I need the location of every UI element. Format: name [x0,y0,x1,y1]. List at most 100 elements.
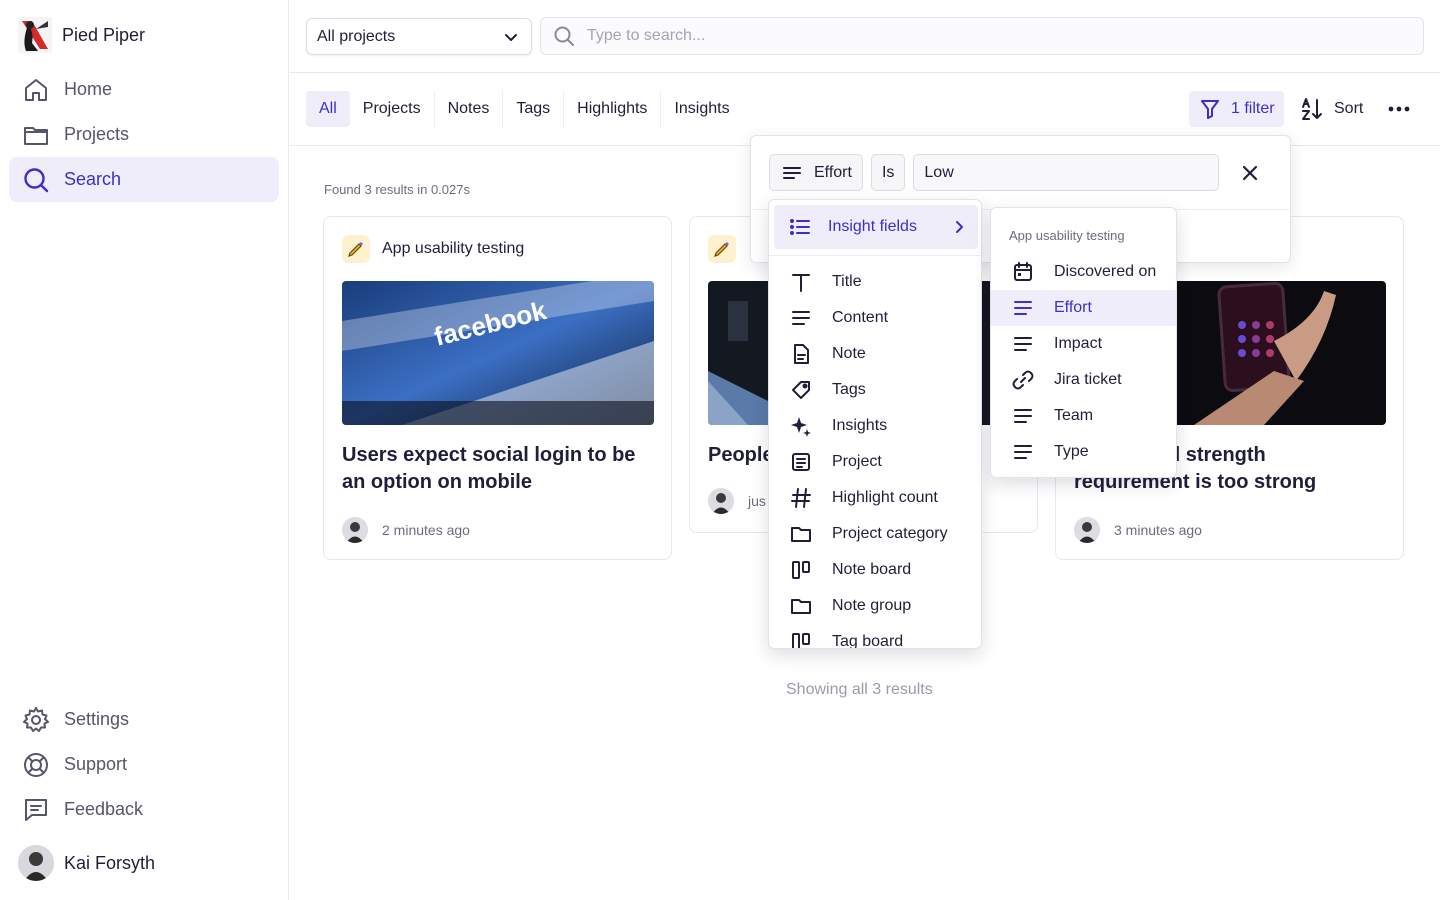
filter-icon [1201,100,1219,119]
sidebar: Pied Piper Home Projects Search Settings… [0,0,289,900]
pencil-icon [714,242,729,257]
home-icon [25,78,47,101]
nav-item-settings[interactable]: Settings [9,697,279,742]
brand[interactable]: Pied Piper [18,17,145,53]
card-project: App usability testing [342,235,524,263]
menu-item-label: Content [832,309,889,326]
card-project-name: App usability testing [382,240,525,257]
submenu-item-label: Jira ticket [1054,371,1122,388]
search-icon [554,26,574,46]
nav-item-search[interactable]: Search [9,157,279,202]
user-profile[interactable]: Kai Forsyth [18,845,155,881]
gear-icon [23,706,49,732]
project-select[interactable]: All projects [306,18,532,55]
calendar-icon [1014,262,1032,281]
menu-item-insights[interactable]: Insights [769,408,981,444]
menu-item-note-board[interactable]: Note board [769,552,981,588]
text-lines-icon [783,166,801,179]
filter-value-input[interactable]: Low [913,154,1220,191]
results-summary: Found 3 results in 0.027s [324,182,470,197]
submenu-item-type[interactable]: Type [991,434,1176,470]
tab-tags[interactable]: Tags [503,91,565,127]
tab-all[interactable]: All [306,91,350,127]
project-icon [792,453,810,471]
filter-rule: Effort Is Low [769,154,1220,191]
avatar [1074,517,1100,543]
result-card[interactable]: App usability testing facebook Users exp… [323,216,672,560]
menu-item-label: Tag board [832,633,904,649]
user-avatar-icon [708,488,734,514]
nav-item-feedback[interactable]: Feedback [9,787,279,832]
top-bar: All projects [290,0,1440,73]
menu-item-project-category[interactable]: Project category [769,516,981,552]
main-nav: Home Projects Search [9,67,279,202]
nav-label-feedback: Feedback [64,799,144,819]
sparkles-icon [791,417,811,437]
tab-projects[interactable]: Projects [350,91,435,127]
chevron-right-icon [956,221,963,233]
menu-item-insight-fields[interactable]: Insight fields [774,205,978,249]
list-icon [790,219,810,235]
remove-filter-button[interactable] [1239,162,1261,184]
submenu-item-jira-ticket[interactable]: Jira ticket [991,362,1176,398]
submenu-item-impact[interactable]: Impact [991,326,1176,362]
menu-item-project[interactable]: Project [769,444,981,480]
filter-operator-select[interactable]: Is [870,154,906,191]
submenu-item-label: Team [1054,407,1094,424]
avatar [708,488,734,514]
card-meta: 2 minutes ago [342,517,470,543]
submenu-item-label: Type [1054,443,1089,460]
sort-az-icon [1302,98,1322,120]
submenu-header: App usability testing [1009,228,1125,243]
tab-insights[interactable]: Insights [661,91,742,127]
nav-item-support[interactable]: Support [9,742,279,787]
chevron-down-icon [505,33,517,41]
search-box[interactable] [540,17,1424,55]
user-avatar-icon [342,517,368,543]
menu-item-label: Note [832,345,866,362]
sort-button-label: Sort [1334,100,1364,117]
submenu-item-label: Impact [1054,335,1103,352]
pencil-icon [348,242,363,257]
nav-item-projects[interactable]: Projects [9,112,279,157]
tag-icon [792,381,810,399]
filter-field-select[interactable]: Effort [769,154,863,191]
menu-item-label: Highlight count [832,489,938,506]
menu-item-note-group[interactable]: Note group [769,588,981,624]
field-menu: Insight fields Title Content Note Tags I… [768,199,982,649]
menu-item-label: Note group [832,597,912,614]
text-lines-icon [1014,337,1032,351]
menu-item-content[interactable]: Content [769,300,981,336]
menu-item-title[interactable]: Title [769,264,981,300]
submenu-item-effort[interactable]: Effort [991,290,1176,326]
sort-button[interactable]: Sort [1300,91,1363,127]
feedback-icon [25,798,47,821]
menu-group-label: Insight fields [828,218,917,235]
submenu-item-team[interactable]: Team [991,398,1176,434]
menu-item-highlight-count[interactable]: Highlight count [769,480,981,516]
card-title[interactable]: Users expect social login to be an optio… [342,442,657,496]
menu-item-tag-board[interactable]: Tag board [769,624,981,649]
project-badge [708,235,736,263]
more-options-button[interactable] [1386,96,1412,122]
board-icon [792,633,810,648]
menu-item-tags[interactable]: Tags [769,372,981,408]
card-image: facebook [342,281,654,425]
filter-button[interactable]: 1 filter [1189,91,1284,127]
secondary-nav: Settings Support Feedback [9,697,279,832]
board-icon [792,561,810,579]
tab-notes[interactable]: Notes [435,91,504,127]
menu-item-note[interactable]: Note [769,336,981,372]
search-input[interactable] [587,27,1387,45]
submenu-item-discovered-on[interactable]: Discovered on [991,254,1176,290]
tab-highlights[interactable]: Highlights [564,91,662,127]
menu-item-label: Tags [832,381,866,398]
user-name: Kai Forsyth [64,852,156,873]
folder-icon [791,527,811,542]
hash-icon [791,488,811,508]
link-icon [1012,370,1034,390]
nav-item-home[interactable]: Home [9,67,279,112]
user-avatar-icon [1074,517,1100,543]
text-lines-icon [792,311,810,325]
filter-field-label: Effort [814,163,852,181]
